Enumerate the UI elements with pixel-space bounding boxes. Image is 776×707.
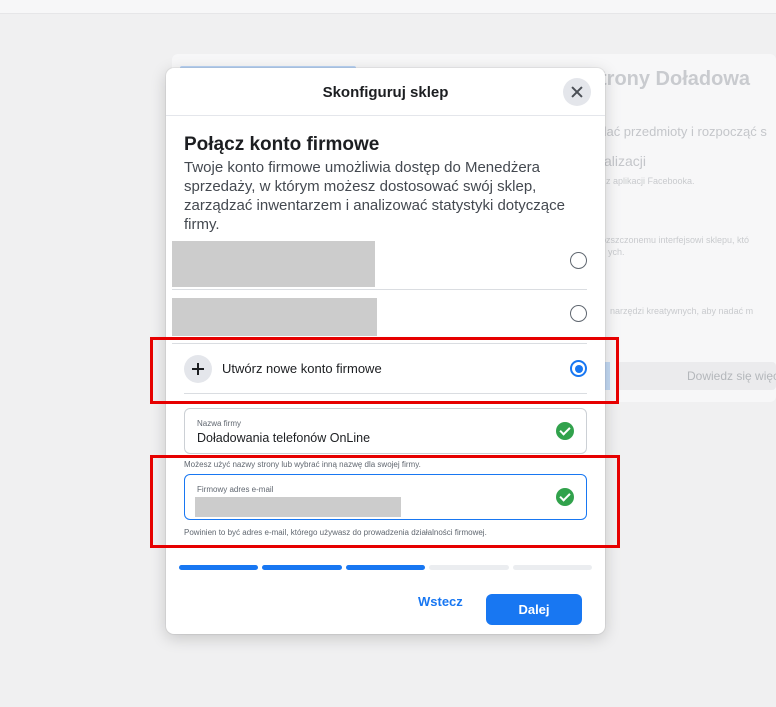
business-account-option[interactable] — [172, 240, 587, 290]
annotation-highlight-box — [150, 455, 620, 548]
background-title: trony Doładowa — [600, 68, 751, 90]
business-name-value[interactable]: Doładowania telefonów OnLine — [197, 431, 370, 445]
next-button[interactable]: Dalej — [486, 594, 582, 625]
business-name-field[interactable]: Nazwa firmy Doładowania telefonów OnLine — [184, 408, 587, 454]
top-bar — [0, 0, 776, 14]
dialog-title: Skonfiguruj sklep — [322, 84, 449, 101]
progress-step — [512, 565, 592, 570]
progress-step — [179, 565, 259, 570]
section-heading: Połącz konto firmowe — [184, 134, 380, 155]
radio-button[interactable] — [570, 305, 587, 322]
section-description: Twoje konto firmowe umożliwia dostęp do … — [184, 159, 565, 233]
dialog-header: Skonfiguruj sklep — [166, 68, 605, 116]
check-icon — [556, 422, 574, 440]
background-text: z aplikacji Facebooka. — [606, 176, 695, 186]
progress-step — [345, 565, 426, 570]
background-text: narzędzi kreatywnych, aby nadać m — [610, 306, 754, 316]
background-text: rozszczonemu interfejsowi sklepu, któ — [598, 235, 750, 245]
redacted-account-name — [172, 298, 377, 336]
back-button[interactable]: Wstecz — [418, 594, 463, 609]
annotation-highlight-box — [150, 337, 619, 404]
close-icon[interactable] — [563, 78, 591, 106]
business-name-label: Nazwa firmy — [197, 419, 242, 428]
background-text: ych. — [608, 247, 625, 257]
redacted-account-name — [172, 241, 375, 287]
progress-step — [262, 565, 342, 570]
progress-step — [429, 565, 509, 570]
background-text: alizacji — [604, 153, 647, 169]
background-text: odać przedmioty i rozpocząć s — [592, 124, 767, 139]
radio-button[interactable] — [570, 252, 587, 269]
step-progress-bar — [179, 565, 592, 570]
background-learn-more-button: Dowiedz się więc — [616, 362, 776, 390]
